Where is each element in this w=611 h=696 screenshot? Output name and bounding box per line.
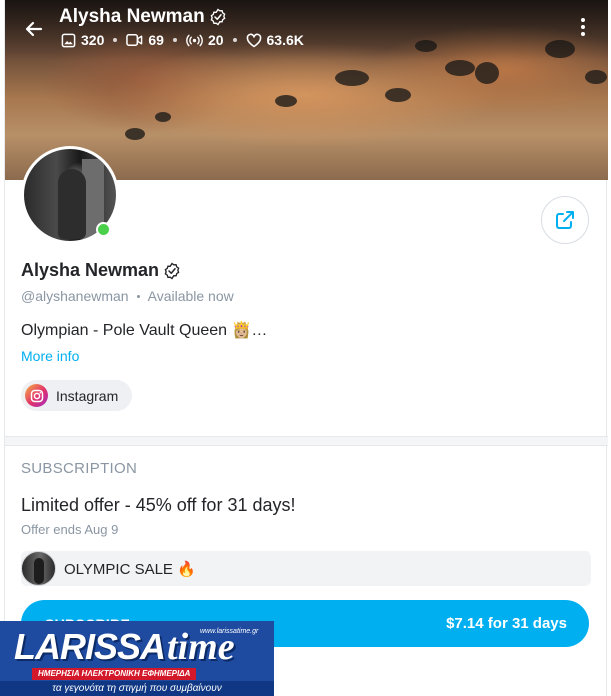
- kebab-menu-icon[interactable]: [573, 14, 593, 40]
- profile-page: Alysha Newman 320 69 20 63.6K Alysha New…: [4, 0, 608, 696]
- promo-avatar: [21, 551, 56, 586]
- header-stats: 320 69 20 63.6K: [61, 32, 304, 48]
- profile-name: Alysha Newman: [21, 260, 181, 281]
- share-button[interactable]: [541, 196, 589, 244]
- profile-handle-row: @alyshanewman Available now: [21, 288, 234, 304]
- watermark-tagline-top: ΗΜΕΡΗΣΙΑ ΗΛΕΚΤΡΟΝΙΚΗ ΕΦΗΜΕΡΙΔΑ: [32, 668, 197, 680]
- promo-message: OLYMPIC SALE 🔥: [21, 551, 591, 586]
- heart-icon: [246, 33, 261, 47]
- watermark-url: www.larissatime.gr: [200, 628, 259, 635]
- stream-icon: [186, 34, 203, 46]
- offer-title: Limited offer - 45% off for 31 days!: [21, 495, 296, 515]
- stat-photos: 320: [61, 32, 104, 48]
- header-name: Alysha Newman: [59, 6, 205, 27]
- more-info-link[interactable]: More info: [21, 348, 79, 364]
- back-button[interactable]: [19, 14, 49, 44]
- back-arrow-icon: [25, 21, 43, 37]
- larissatime-watermark: LARISSA time www.larissatime.gr ΗΜΕΡΗΣΙΑ…: [0, 621, 274, 696]
- subscription-heading: SUBSCRIPTION: [21, 460, 138, 477]
- video-icon: [126, 34, 143, 46]
- watermark-tagline-bottom: τα γεγονότα τη στιγμή που συμβαίνουν: [0, 681, 274, 696]
- offer-ends: Offer ends Aug 9: [21, 522, 119, 537]
- stat-streams: 20: [186, 32, 224, 48]
- stat-likes: 63.6K: [246, 32, 304, 48]
- header-title: Alysha Newman: [59, 6, 227, 28]
- instagram-icon: [25, 384, 48, 407]
- profile-bio: Olympian - Pole Vault Queen 👸🏼…: [21, 322, 268, 339]
- verified-icon: [210, 8, 226, 26]
- photo-icon: [61, 33, 76, 47]
- verified-icon: [164, 262, 180, 279]
- top-bar: Alysha Newman 320 69 20 63.6K: [5, 0, 608, 60]
- share-icon: [556, 211, 574, 229]
- stat-videos: 69: [126, 32, 164, 48]
- online-status-dot: [96, 222, 111, 237]
- section-divider: [5, 436, 608, 446]
- watermark-brand-first: LARISSA: [14, 626, 166, 667]
- promo-label: OLYMPIC SALE 🔥: [64, 560, 196, 578]
- instagram-label: Instagram: [56, 387, 119, 404]
- subscribe-price: $7.14 for 31 days: [446, 615, 567, 632]
- instagram-link[interactable]: Instagram: [21, 380, 133, 411]
- availability-status: Available now: [147, 288, 234, 304]
- profile-handle: @alyshanewman: [21, 288, 129, 304]
